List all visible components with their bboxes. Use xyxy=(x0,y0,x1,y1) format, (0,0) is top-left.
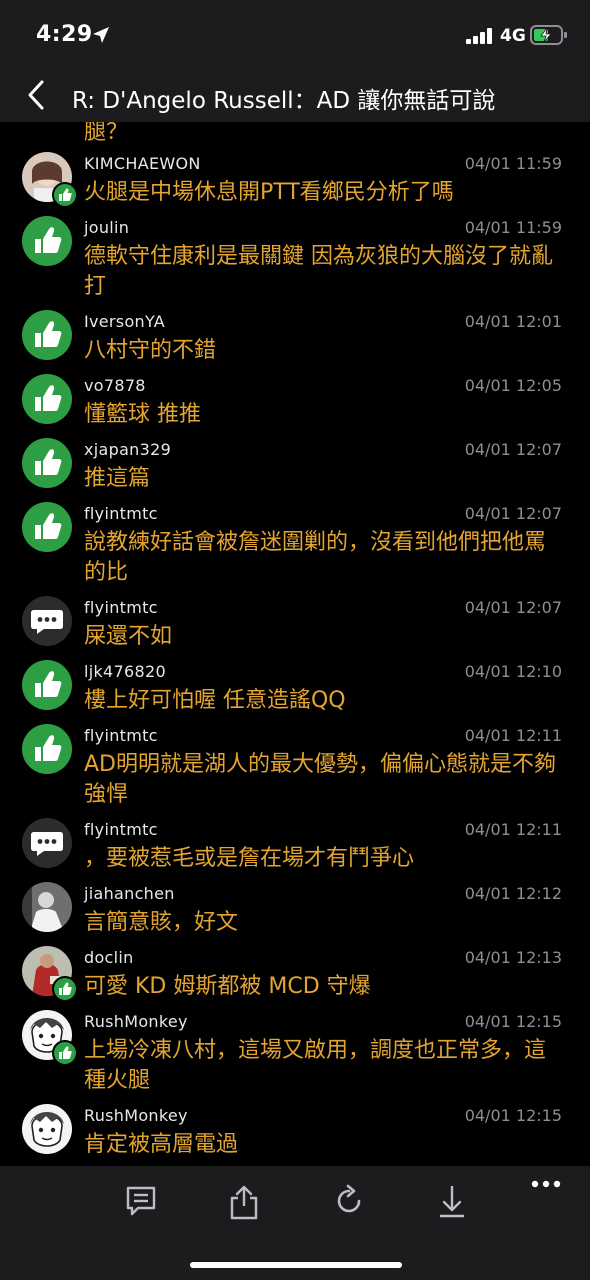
comment-text: 屎還不如 xyxy=(84,624,173,649)
refresh-icon[interactable] xyxy=(332,1184,366,1222)
comment-username[interactable]: RushMonkey xyxy=(84,1106,188,1125)
comment-timestamp: 04/01 12:07 xyxy=(464,598,562,617)
comment-list[interactable]: 腿？ KIMCHAEWON 04/01 11:59 火腿是中場休息開PTT看鄉民分析… xyxy=(0,122,590,1166)
top-bar: 4:29 4G R: D'Angelo Russell：AD 讓你無話可說 xyxy=(0,0,590,122)
comment-username[interactable]: joulin xyxy=(84,218,129,237)
comment-timestamp: 04/01 12:01 xyxy=(464,312,562,331)
comment-username[interactable]: xjapan329 xyxy=(84,440,171,459)
comment-timestamp: 04/01 12:10 xyxy=(464,662,562,681)
comment-username[interactable]: doclin xyxy=(84,948,134,967)
comment-icon[interactable] xyxy=(124,1184,158,1222)
comment-text: 肯定被高層電過 xyxy=(84,1132,239,1157)
thumbs-up-badge-icon xyxy=(52,976,78,1002)
thumbs-up-badge-icon xyxy=(52,182,78,208)
comment-username[interactable]: flyintmtc xyxy=(84,726,158,745)
network-type: 4G xyxy=(500,26,526,46)
home-indicator xyxy=(190,1262,402,1268)
navigation-bar: R: D'Angelo Russell：AD 讓你無話可說 xyxy=(0,70,590,122)
thumbs-up-icon[interactable] xyxy=(22,724,72,774)
battery-charging-icon xyxy=(530,25,568,49)
back-chevron-icon[interactable] xyxy=(26,80,46,114)
comment-text: 上場冷凍八村，這場又啟用，調度也正常多，這種火腿 xyxy=(84,1038,547,1093)
comment-text: 樓上好可怕喔 任意造謠QQ xyxy=(84,688,346,713)
comment-timestamp: 04/01 12:07 xyxy=(464,504,562,523)
comment-timestamp: 04/01 12:15 xyxy=(464,1106,562,1125)
bottom-toolbar xyxy=(0,1166,590,1280)
comment-timestamp: 04/01 12:12 xyxy=(464,884,562,903)
comment-timestamp: 04/01 12:07 xyxy=(464,440,562,459)
comment-timestamp: 04/01 11:59 xyxy=(464,218,562,237)
comment-text: ，要被惹毛或是詹在場才有鬥爭心 xyxy=(84,846,415,871)
comment-timestamp: 04/01 12:11 xyxy=(464,820,562,839)
toolbar xyxy=(0,1166,590,1232)
comment-timestamp: 04/01 12:11 xyxy=(464,726,562,745)
comment-username[interactable]: RushMonkey xyxy=(84,1012,188,1031)
comment-timestamp: 04/01 11:59 xyxy=(464,154,562,173)
comment-text: 火腿是中場休息開PTT看鄉民分析了嗎 xyxy=(84,180,454,205)
comment-text: 推這篇 xyxy=(84,466,151,491)
comment-bubble-icon[interactable] xyxy=(22,818,72,868)
comment-bubble-icon[interactable] xyxy=(22,596,72,646)
status-bar: 4:29 4G xyxy=(0,0,590,70)
comment-username[interactable]: flyintmtc xyxy=(84,820,158,839)
thumbs-up-icon[interactable] xyxy=(22,374,72,424)
comment-text: 言簡意賅，好文 xyxy=(84,910,239,935)
user-avatar[interactable] xyxy=(22,1104,72,1154)
comment-username[interactable]: jiahanchen xyxy=(84,884,175,903)
signal-bars-icon xyxy=(466,28,494,48)
comment-text: 說教練好話會被詹迷圍剿的，沒看到他們把他罵的比 xyxy=(84,530,547,585)
thumbs-up-badge-icon xyxy=(52,1040,78,1066)
comment-timestamp: 04/01 12:05 xyxy=(464,376,562,395)
comment-text: AD明明就是湖人的最大優勢，偏偏心態就是不夠強悍 xyxy=(84,752,556,807)
comment-text: 德軟守住康利是最關鍵 因為灰狼的大腦沒了就亂打 xyxy=(84,244,553,299)
comment-username[interactable]: IversonYA xyxy=(84,312,165,331)
article-title: R: D'Angelo Russell：AD 讓你無話可說 xyxy=(72,88,496,114)
location-arrow-icon xyxy=(92,26,110,48)
download-icon[interactable] xyxy=(436,1184,468,1222)
thumbs-up-icon[interactable] xyxy=(22,660,72,710)
comment-username[interactable]: KIMCHAEWON xyxy=(84,154,201,173)
comment-timestamp: 04/01 12:13 xyxy=(464,948,562,967)
comment-username[interactable]: flyintmtc xyxy=(84,598,158,617)
thumbs-up-icon[interactable] xyxy=(22,216,72,266)
comment-text: 八村守的不錯 xyxy=(84,338,217,363)
comment-text: 懂籃球 推推 xyxy=(84,402,201,427)
comment-username[interactable]: flyintmtc xyxy=(84,504,158,523)
more-icon[interactable] xyxy=(530,1176,562,1196)
thumbs-up-icon[interactable] xyxy=(22,438,72,488)
thumbs-up-icon[interactable] xyxy=(22,310,72,360)
share-icon[interactable] xyxy=(228,1184,260,1224)
comment-timestamp: 04/01 12:15 xyxy=(464,1012,562,1031)
status-time: 4:29 xyxy=(36,22,93,47)
partial-comment-text: 腿？ xyxy=(84,122,129,145)
comment-username[interactable]: ljk476820 xyxy=(84,662,166,681)
comment-text: 可愛 KD 姆斯都被 MCD 守爆 xyxy=(84,974,371,999)
user-avatar[interactable] xyxy=(22,882,72,932)
comment-username[interactable]: vo7878 xyxy=(84,376,146,395)
thumbs-up-icon[interactable] xyxy=(22,502,72,552)
